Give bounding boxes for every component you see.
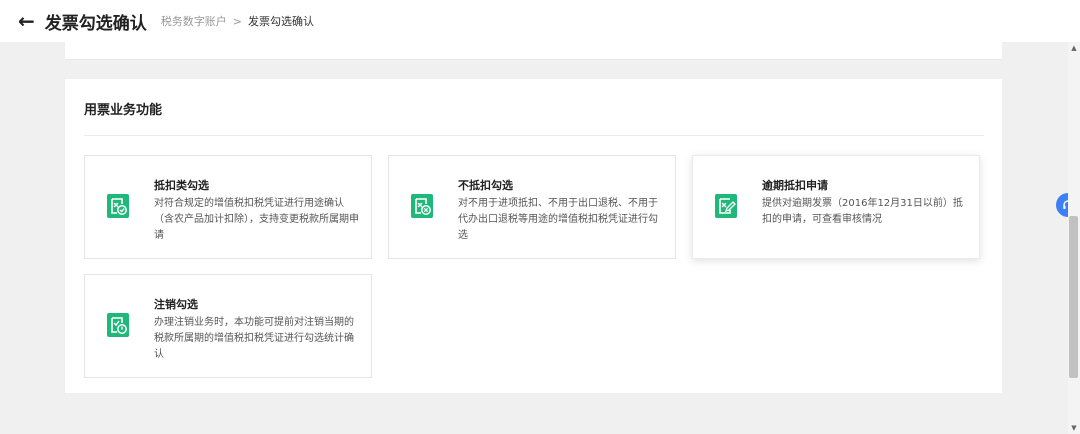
previous-panel (65, 42, 1002, 60)
arrow-left-icon[interactable]: ← (18, 11, 35, 31)
breadcrumb-parent[interactable]: 税务数字账户 (161, 13, 227, 29)
card-non-deduction-selection[interactable]: 不抵扣勾选 对不用于进项抵扣、不用于出口退税、不用于代办出口退税等用途的增值税扣… (388, 155, 676, 259)
card-title: 抵扣类勾选 (154, 179, 209, 192)
card-title: 逾期抵扣申请 (762, 179, 828, 192)
card-deduction-selection[interactable]: 抵扣类勾选 对符合规定的增值税扣税凭证进行用途确认（含农产品加计扣除），支持变更… (84, 155, 372, 259)
business-functions-panel: 用票业务功能 抵扣类勾选 对符合规定的增值税扣税凭证进行用途确认（含农产品加计扣… (65, 79, 1002, 393)
breadcrumb-current: 发票勾选确认 (247, 15, 314, 28)
card-description: 对不用于进项抵扣、不用于出口退税、不用于代办出口退税等用途的增值税扣税凭证进行勾… (458, 198, 658, 241)
divider (65, 59, 1002, 60)
invoice-power-icon (107, 313, 129, 337)
divider (84, 135, 984, 136)
section-title: 用票业务功能 (84, 103, 163, 118)
scrollbar-thumb[interactable] (1069, 216, 1078, 378)
breadcrumb-separator: > (232, 14, 242, 28)
card-title: 不抵扣勾选 (458, 179, 513, 192)
card-cancellation-selection[interactable]: 注销勾选 办理注销业务时，本功能可提前对注销当期的税款所属期的增值税扣税凭证进行… (84, 274, 372, 378)
invoice-edit-icon (715, 194, 737, 218)
invoice-check-icon (107, 194, 129, 218)
card-title: 注销勾选 (154, 298, 198, 311)
invoice-cross-icon (411, 194, 433, 218)
page-title: 发票勾选确认 (44, 13, 147, 34)
scroll-up-icon[interactable]: ▲ (1068, 42, 1080, 54)
card-description: 对符合规定的增值税扣税凭证进行用途确认（含农产品加计扣除），支持变更税款所属期申… (154, 198, 359, 241)
card-description: 办理注销业务时，本功能可提前对注销当期的税款所属期的增值税扣税凭证进行勾选统计确… (154, 317, 354, 360)
scroll-down-icon[interactable]: ▼ (1068, 422, 1080, 434)
top-bar: ← 发票勾选确认 税务数字账户 > 发票勾选确认 (0, 0, 1080, 42)
card-overdue-deduction-application[interactable]: 逾期抵扣申请 提供对逾期发票（2016年12月31日以前）抵扣的申请，可查看审核… (692, 155, 980, 259)
card-description: 提供对逾期发票（2016年12月31日以前）抵扣的申请，可查看审核情况 (762, 198, 963, 225)
